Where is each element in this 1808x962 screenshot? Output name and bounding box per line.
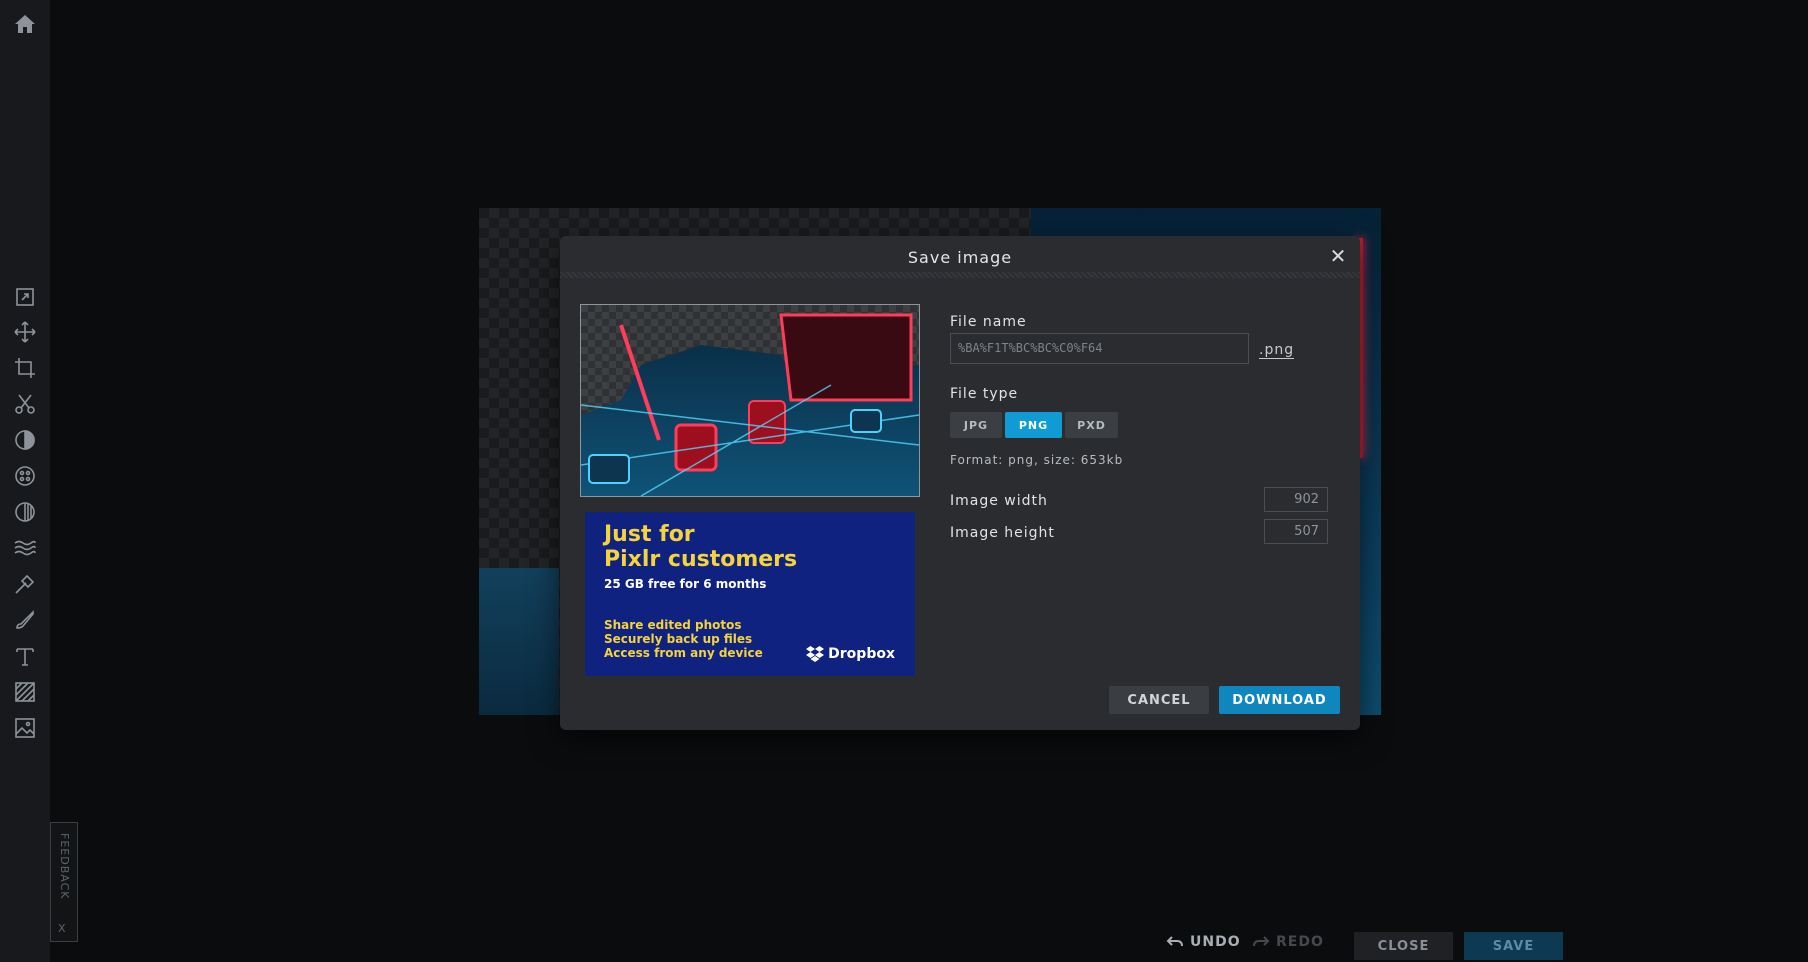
feedback-label: FEEDBACK bbox=[58, 833, 71, 900]
adjust-icon[interactable] bbox=[11, 426, 39, 454]
ad-headline: Just for Pixlr customers bbox=[604, 522, 797, 572]
file-name-input[interactable]: %BA%F1T%BC%BC%C0%F64 bbox=[950, 333, 1249, 364]
ad-bullet: Access from any device bbox=[604, 646, 763, 660]
canvas-blue-block bbox=[479, 568, 559, 715]
file-type-png[interactable]: PNG bbox=[1005, 412, 1062, 438]
close-button[interactable]: CLOSE bbox=[1354, 932, 1453, 960]
image-preview bbox=[580, 304, 920, 497]
undo-button[interactable]: UNDO bbox=[1166, 934, 1241, 950]
format-info: Format: png, size: 653kb bbox=[950, 453, 1124, 467]
cancel-button[interactable]: CANCEL bbox=[1109, 686, 1209, 714]
file-name-label: File name bbox=[950, 314, 1027, 330]
image-width-label: Image width bbox=[950, 493, 1048, 509]
dialog-title: Save image bbox=[907, 247, 1013, 267]
feedback-tab[interactable]: FEEDBACK X bbox=[50, 822, 78, 942]
undo-label: UNDO bbox=[1190, 934, 1241, 950]
ad-bullet: Securely back up files bbox=[604, 632, 753, 646]
file-type-jpg[interactable]: JPG bbox=[950, 412, 1002, 438]
download-button[interactable]: DOWNLOAD bbox=[1219, 686, 1340, 714]
undo-icon bbox=[1166, 936, 1183, 947]
dropbox-ad[interactable]: Just for Pixlr customers 25 GB free for … bbox=[585, 512, 915, 676]
effect-icon[interactable] bbox=[11, 498, 39, 526]
file-extension-link[interactable]: .png bbox=[1259, 342, 1295, 359]
redo-label: REDO bbox=[1276, 934, 1324, 950]
ad-headline-line2: Pixlr customers bbox=[604, 547, 798, 572]
ad-brand-name: Dropbox bbox=[828, 646, 895, 662]
file-type-label: File type bbox=[950, 386, 1019, 402]
save-button[interactable]: SAVE bbox=[1464, 932, 1563, 960]
dropbox-logo-icon bbox=[806, 646, 825, 662]
image-width-input[interactable]: 902 bbox=[1264, 487, 1328, 512]
image-height-label: Image height bbox=[950, 525, 1055, 541]
save-image-dialog: Save image ✕ Just for Pixlr customers 25… bbox=[560, 236, 1360, 730]
add-image-icon[interactable] bbox=[11, 714, 39, 742]
text-icon[interactable] bbox=[11, 642, 39, 670]
close-icon[interactable]: ✕ bbox=[1326, 244, 1350, 268]
liquify-icon[interactable] bbox=[11, 534, 39, 562]
cutout-icon[interactable] bbox=[11, 390, 39, 418]
redo-button[interactable]: REDO bbox=[1252, 934, 1324, 950]
move-icon[interactable] bbox=[11, 318, 39, 346]
ad-headline-line1: Just for bbox=[604, 522, 695, 547]
ad-brand: Dropbox bbox=[806, 646, 895, 662]
feedback-close[interactable]: X bbox=[58, 922, 66, 935]
arrange-icon[interactable] bbox=[11, 283, 39, 311]
redo-icon bbox=[1253, 936, 1270, 947]
pattern-icon[interactable] bbox=[11, 678, 39, 706]
dialog-header: Save image ✕ bbox=[560, 236, 1360, 284]
draw-icon[interactable] bbox=[11, 606, 39, 634]
ad-subline: 25 GB free for 6 months bbox=[604, 577, 767, 591]
ad-bullet-list: Share edited photos Securely back up fil… bbox=[604, 618, 763, 660]
filter-icon[interactable] bbox=[11, 462, 39, 490]
retouch-icon[interactable] bbox=[11, 570, 39, 598]
image-height-input[interactable]: 507 bbox=[1264, 519, 1328, 544]
tool-sidebar bbox=[0, 0, 50, 962]
preview-artwork bbox=[581, 305, 919, 496]
crop-icon[interactable] bbox=[11, 354, 39, 382]
ad-bullet: Share edited photos bbox=[604, 618, 742, 632]
file-type-pxd[interactable]: PXD bbox=[1065, 412, 1118, 438]
home-icon[interactable] bbox=[11, 10, 39, 38]
